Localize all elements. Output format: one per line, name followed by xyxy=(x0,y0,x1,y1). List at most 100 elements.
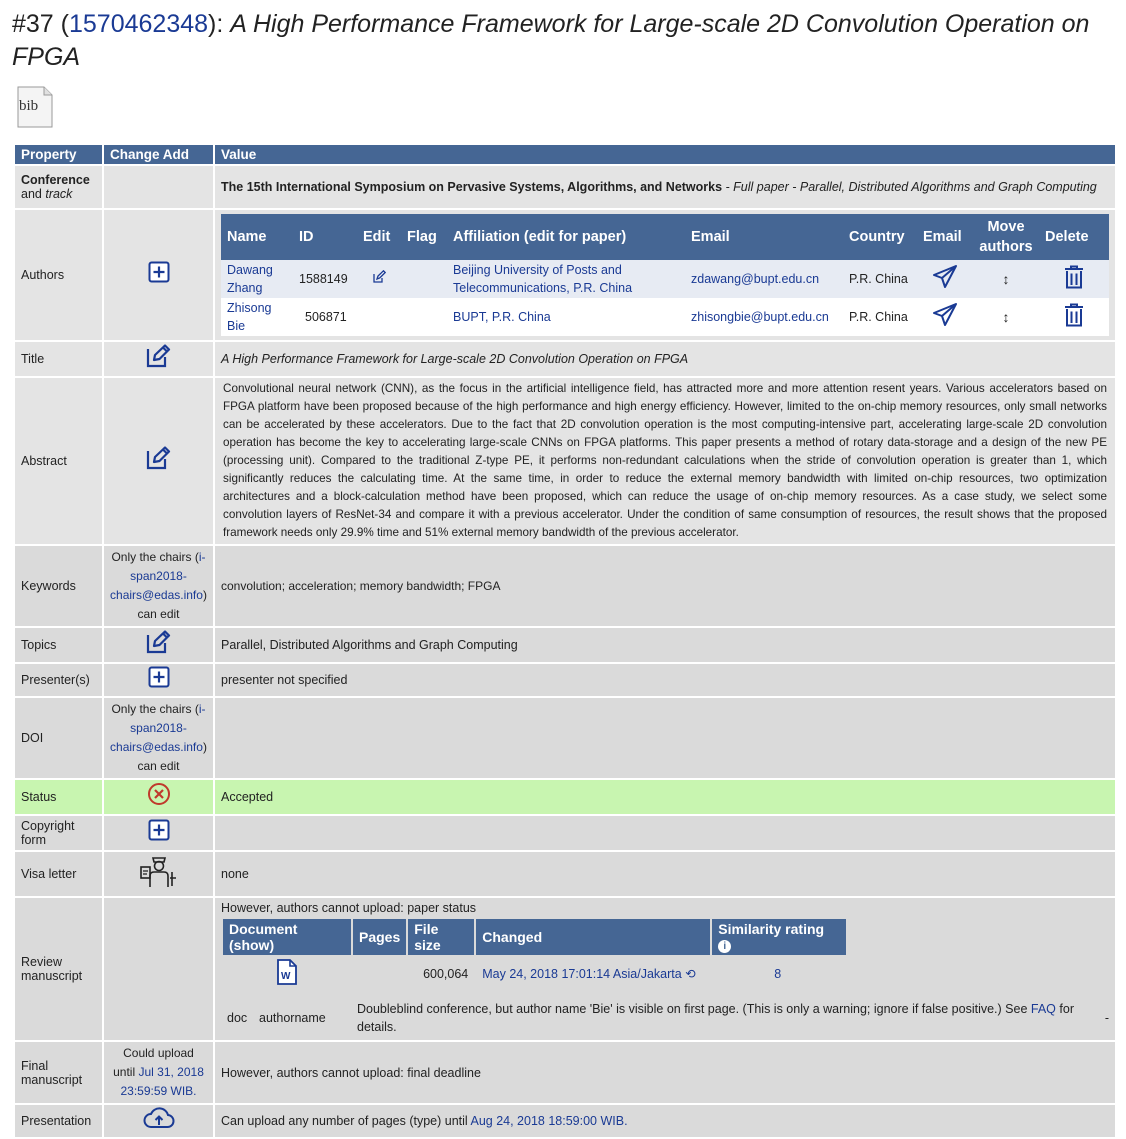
paper-number: #37 xyxy=(12,10,54,38)
paper-properties-table: Property Change Add Value Conference and … xyxy=(13,143,1117,1139)
authors-col-email-action: Email xyxy=(917,214,973,260)
send-email-icon[interactable] xyxy=(932,264,958,294)
paper-id-link[interactable]: 1570462348 xyxy=(69,10,208,38)
similarity-link[interactable]: 8 xyxy=(774,967,781,981)
edit-topics-icon[interactable] xyxy=(145,630,173,660)
keywords-label: Keywords xyxy=(15,546,102,626)
copyright-label: Copyright form xyxy=(15,816,102,850)
author-affiliation-link[interactable]: Beijing University of Posts and Telecomm… xyxy=(453,263,632,295)
doi-value xyxy=(215,698,1115,778)
add-presenter-icon[interactable] xyxy=(148,666,170,694)
review-warning: doc authorname Doubleblind conference, b… xyxy=(221,1000,1109,1036)
conference-track: - Full paper - Parallel, Distributed Alg… xyxy=(722,180,1097,194)
col-change: Change Add xyxy=(104,145,213,164)
col-value: Value xyxy=(215,145,1115,164)
authors-label: Authors xyxy=(15,210,102,340)
conference-label: Conference and track xyxy=(15,166,102,208)
doc-size: 600,064 xyxy=(423,966,469,981)
status-label: Status xyxy=(15,780,102,814)
doi-label: DOI xyxy=(15,698,102,778)
documents-table: Document (show) Pages File size Changed … xyxy=(221,917,848,992)
add-author-icon[interactable] xyxy=(148,261,170,289)
delete-author-icon[interactable] xyxy=(1064,303,1084,332)
author-country: P.R. China xyxy=(843,298,917,336)
topics-value: Parallel, Distributed Algorithms and Gra… xyxy=(215,628,1115,662)
review-label: Review manuscript xyxy=(15,898,102,1040)
final-value: However, authors cannot upload: final de… xyxy=(215,1042,1115,1103)
row-status: Status Accepted xyxy=(15,780,1115,814)
docs-col-pages: Pages xyxy=(353,919,407,955)
final-deadline-note: Could upload until Jul 31, 2018 23:59:59 … xyxy=(104,1042,213,1103)
row-copyright: Copyright form xyxy=(15,816,1115,850)
bib-label: bib xyxy=(19,98,38,114)
delete-author-icon[interactable] xyxy=(1064,265,1084,294)
word-document-icon[interactable]: W xyxy=(276,959,298,988)
docs-col-document[interactable]: Document (show) xyxy=(223,919,351,955)
authors-col-country: Country xyxy=(843,214,917,260)
document-row: W 600,064 May 24, 2018 17:01:14 Asia/Jak… xyxy=(223,957,846,990)
docs-col-similarity: Similarity rating i xyxy=(712,919,847,955)
doc-changed-link[interactable]: May 24, 2018 17:01:14 Asia/Jakarta xyxy=(482,967,681,981)
authors-col-id: ID xyxy=(293,214,357,260)
presentation-text: Can upload any number of pages (type) un… xyxy=(221,1114,468,1128)
title-value: A High Performance Framework for Large-s… xyxy=(215,342,1115,376)
row-presentation: Presentation Can upload any number of pa… xyxy=(15,1105,1115,1137)
history-icon[interactable]: ⟲ xyxy=(685,967,695,981)
presentation-deadline-link[interactable]: Aug 24, 2018 18:59:00 WIB. xyxy=(470,1114,627,1128)
col-property: Property xyxy=(15,145,102,164)
visa-label: Visa letter xyxy=(15,852,102,896)
authors-col-edit: Edit xyxy=(357,214,401,260)
authors-col-name: Name xyxy=(221,214,293,260)
edit-abstract-icon[interactable] xyxy=(145,446,173,476)
author-name-link[interactable]: Zhisong Bie xyxy=(227,301,271,333)
warning-text: Doubleblind conference, but author name … xyxy=(357,1002,1028,1016)
author-row: Zhisong Bie 506871 BUPT, P.R. China zhis… xyxy=(221,298,1109,336)
conference-name: The 15th International Symposium on Perv… xyxy=(221,180,723,194)
row-presenter: Presenter(s) presenter not specified xyxy=(15,664,1115,696)
authors-col-email: Email xyxy=(685,214,843,260)
keywords-chairs-note: Only the chairs (i-span2018-chairs@edas.… xyxy=(104,546,213,626)
move-author-handle[interactable]: ↕ xyxy=(973,298,1039,336)
authors-table: Name ID Edit Flag Affiliation (edit for … xyxy=(221,214,1109,336)
status-value: Accepted xyxy=(215,780,1115,814)
withdraw-icon[interactable] xyxy=(147,782,171,812)
warning-kind: authorname xyxy=(259,1011,326,1025)
authors-col-affiliation: Affiliation (edit for paper) xyxy=(447,214,685,260)
review-note: However, authors cannot upload: paper st… xyxy=(221,901,477,915)
final-label: Final manuscript xyxy=(15,1042,102,1103)
author-name-link[interactable]: Dawang Zhang xyxy=(227,263,273,295)
doi-chairs-note: Only the chairs (i-span2018-chairs@edas.… xyxy=(104,698,213,778)
move-author-handle[interactable]: ↕ xyxy=(973,260,1039,298)
authors-col-move: Move authors xyxy=(973,214,1039,260)
copyright-value xyxy=(215,816,1115,850)
upload-cloud-icon[interactable] xyxy=(143,1107,175,1135)
table-header-row: Property Change Add Value xyxy=(15,145,1115,164)
conference-value: The 15th International Symposium on Perv… xyxy=(215,166,1115,208)
page-heading: #37 (1570462348): A High Performance Fra… xyxy=(12,10,1090,71)
abstract-label: Abstract xyxy=(15,378,102,544)
visa-officer-icon[interactable] xyxy=(139,854,179,894)
author-email-link[interactable]: zhisongbie@bupt.edu.cn xyxy=(691,310,829,324)
edit-affiliation-icon[interactable] xyxy=(372,269,387,289)
presenter-value: presenter not specified xyxy=(215,664,1115,696)
authors-col-flag: Flag xyxy=(401,214,447,260)
doc-pages xyxy=(353,957,406,990)
author-affiliation-link[interactable]: BUPT, P.R. China xyxy=(453,310,551,324)
add-copyright-icon[interactable] xyxy=(148,819,170,847)
row-final: Final manuscript Could upload until Jul 3… xyxy=(15,1042,1115,1103)
presentation-label: Presentation xyxy=(15,1105,102,1137)
author-country: P.R. China xyxy=(843,260,917,298)
row-title: Title A High Performance Framework for L… xyxy=(15,342,1115,376)
faq-link[interactable]: FAQ xyxy=(1031,1002,1056,1016)
row-keywords: Keywords Only the chairs (i-span2018-cha… xyxy=(15,546,1115,626)
bib-file-icon[interactable]: bib xyxy=(14,86,56,128)
docs-col-size: File size xyxy=(408,919,475,955)
send-email-icon[interactable] xyxy=(932,302,958,332)
topics-label: Topics xyxy=(15,628,102,662)
row-visa: Visa letter none xyxy=(15,852,1115,896)
author-email-link[interactable]: zdawang@bupt.edu.cn xyxy=(691,272,819,286)
docs-col-changed: Changed xyxy=(476,919,711,955)
info-icon[interactable]: i xyxy=(718,940,732,953)
edit-title-icon[interactable] xyxy=(145,344,173,374)
visa-value: none xyxy=(215,852,1115,896)
